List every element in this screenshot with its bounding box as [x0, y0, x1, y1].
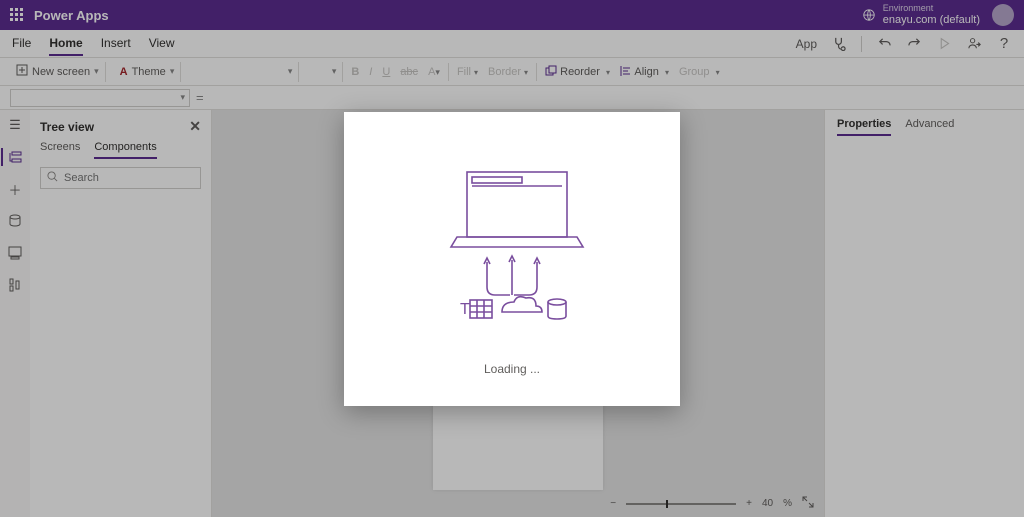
loading-modal: T Loading ... — [344, 112, 680, 406]
loading-text: Loading ... — [484, 362, 540, 376]
svg-text:T: T — [460, 301, 470, 318]
loading-illustration: T — [412, 142, 612, 342]
